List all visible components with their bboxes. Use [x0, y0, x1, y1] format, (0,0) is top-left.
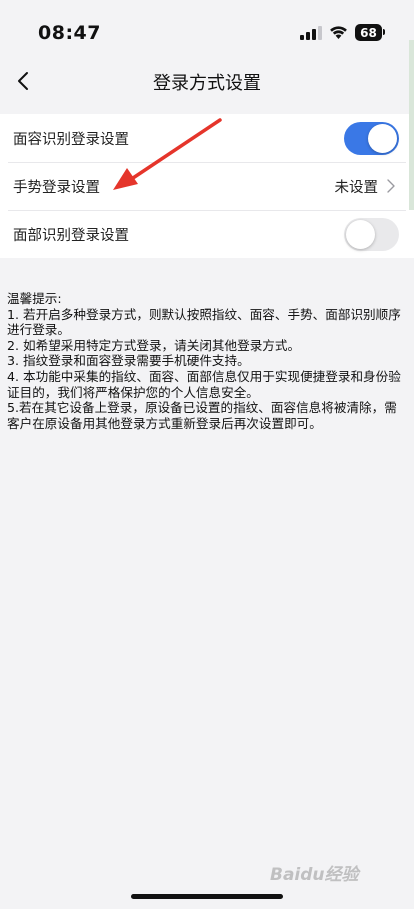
tip-item: 1. 若开启多种登录方式，则默认按照指纹、面容、手势、面部识别顺序进行登录。	[7, 306, 401, 338]
settings-card: 面容识别登录设置 手势登录设置 未设置 面部识别登录设置	[0, 114, 414, 258]
home-indicator[interactable]	[131, 894, 283, 899]
row-label: 手势登录设置	[13, 179, 100, 196]
status-time: 08:47	[38, 22, 101, 44]
battery-icon: 68	[355, 24, 382, 41]
tips-section: 温馨提示: 1. 若开启多种登录方式，则默认按照指纹、面容、手势、面部识别顺序进…	[7, 291, 409, 431]
tip-item: 3. 指纹登录和面容登录需要手机硬件支持。	[7, 353, 250, 369]
signal-icon	[300, 26, 322, 40]
tips-heading: 温馨提示:	[7, 291, 62, 306]
row-label: 面容识别登录设置	[13, 131, 129, 148]
gesture-login-row[interactable]: 手势登录设置 未设置	[0, 162, 414, 210]
toggle-knob	[346, 220, 375, 249]
battery-tip	[383, 29, 385, 35]
facial-recognition-login-row: 面部识别登录设置	[0, 210, 414, 258]
nav-bar: 登录方式设置	[0, 62, 414, 102]
chevron-right-icon	[387, 179, 395, 193]
status-bar: 08:47 68	[0, 0, 414, 62]
row-label: 面部识别登录设置	[13, 227, 129, 244]
toggle-knob	[368, 124, 397, 153]
battery-level: 68	[360, 25, 377, 40]
tip-item: 2. 如希望采用特定方式登录，请关闭其他登录方式。	[7, 337, 301, 353]
page-title: 登录方式设置	[153, 73, 261, 94]
face-id-login-row: 面容识别登录设置	[0, 114, 414, 162]
edge-strip	[409, 40, 414, 210]
wifi-icon	[330, 26, 347, 39]
gesture-status: 未设置	[334, 180, 379, 196]
baidu-watermark: Baidu经验	[270, 865, 359, 885]
face-id-login-toggle[interactable]	[344, 122, 399, 155]
tip-item: 5.若在其它设备上登录，原设备已设置的指纹、面容信息将被清除，需客户在原设备用其…	[7, 400, 397, 431]
tip-item: 4. 本功能中采集的指纹、面容、面部信息仅用于实现便捷登录和身份验证目的，我们将…	[7, 368, 401, 400]
facial-recognition-login-toggle[interactable]	[344, 218, 399, 251]
